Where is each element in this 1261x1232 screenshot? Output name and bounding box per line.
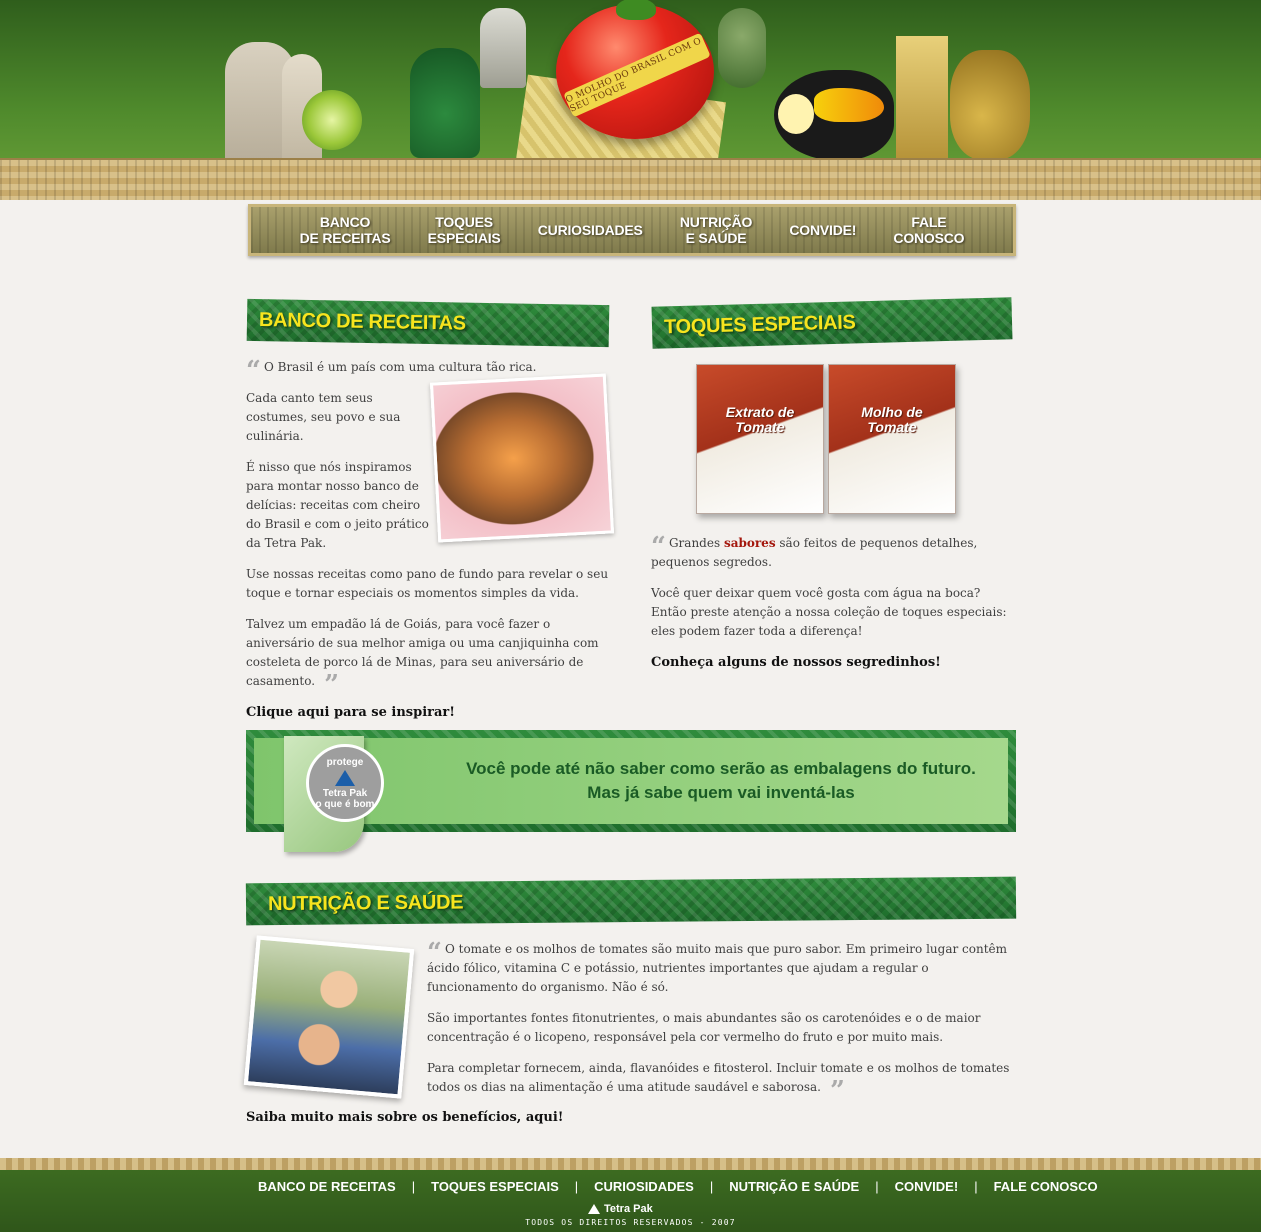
straw-border (0, 158, 1261, 200)
carton-extrato-tomate: Extrato de Tomate (696, 364, 824, 514)
promo-line-1: Você pode até não saber como serão as em… (466, 759, 976, 778)
footer-nav: BANCO DE RECEITAS | TOQUES ESPECIAIS | C… (250, 1176, 1098, 1196)
tomato-slogan: O MOLHO DO BRASIL COM O SEU TOQUE (563, 32, 711, 118)
lime-illustration (302, 90, 362, 150)
footer-separator: | (974, 1178, 978, 1194)
open-quote-icon: “ (246, 356, 261, 386)
tetra-pak-logo-icon (335, 769, 355, 786)
nutricao-benefits-link[interactable]: Saiba muito mais sobre os benefícios, aq… (246, 1110, 563, 1125)
tomato-stem-icon (616, 0, 656, 20)
footer-link-curiosidades[interactable]: CURIOSIDADES (586, 1179, 702, 1194)
toques-p1-accent: sabores (723, 536, 776, 550)
baiana-figure-illustration (410, 48, 480, 158)
banco-paragraph-2: Cada canto tem seus costumes, seu povo e… (246, 391, 401, 443)
footer-separator: | (574, 1178, 579, 1194)
banco-paragraph-3: É nisso que nós inspiramos para montar n… (246, 460, 429, 550)
toucan-beak (814, 88, 884, 122)
nutricao-e-saude-title: NUTRIÇÃO E SAÚDE (267, 890, 464, 915)
tetra-pak-logo-icon (588, 1204, 600, 1214)
carton-extrato-label: Extrato de Tomate (725, 404, 795, 435)
nav-toques-especiais[interactable]: TOQUES ESPECIAIS (428, 214, 501, 246)
seal-top-text: protege (326, 756, 364, 768)
toques-secrets-link[interactable]: Conheça alguns de nossos segredinhos! (651, 653, 1011, 672)
pineapple-illustration (950, 50, 1030, 160)
banco-paragraph-5: Talvez um empadão lá de Goiás, para você… (246, 617, 599, 688)
toques-especiais-title: TOQUES ESPECIAIS (663, 310, 856, 338)
toques-especiais-text: “Grandes sabores são feitos de pequenos … (651, 534, 1011, 684)
footer-link-banco-de-receitas[interactable]: BANCO DE RECEITAS (250, 1179, 404, 1194)
family-photo (243, 935, 415, 1099)
footer-brand-text: Tetra Pak (604, 1203, 653, 1215)
banco-inspire-link[interactable]: Clique aqui para se inspirar! (246, 703, 611, 722)
carton-molho-tomate: Molho de Tomate (828, 364, 956, 514)
footer-separator: | (709, 1178, 714, 1194)
nav-curiosidades[interactable]: CURIOSIDADES (538, 222, 643, 238)
tower-illustration (896, 36, 948, 160)
close-quote-icon: ” (820, 1076, 845, 1106)
footer-link-convide[interactable]: CONVIDE! (887, 1179, 967, 1194)
nutricao-text: “O tomate e os molhos de tomates são mui… (427, 940, 1011, 1109)
christ-statue-illustration (480, 8, 526, 88)
nav-convide[interactable]: CONVIDE! (789, 222, 856, 238)
footer-link-fale-conosco[interactable]: FALE CONOSCO (986, 1179, 1106, 1194)
tetra-pak-seal: protege Tetra Pak o que é bom (306, 744, 384, 822)
main-nav: BANCO DE RECEITAS TOQUES ESPECIAIS CURIO… (248, 204, 1016, 256)
nutricao-paragraph-1: O tomate e os molhos de tomates são muit… (427, 942, 1008, 994)
footer-separator: | (875, 1178, 879, 1194)
toucan-chest (778, 94, 814, 134)
nutricao-paragraph-2: São importantes fontes fitonutrientes, o… (427, 1011, 981, 1044)
nav-fale-conosco[interactable]: FALE CONOSCO (893, 214, 964, 246)
nav-nutricao-e-saude[interactable]: NUTRIÇÃO E SAÚDE (680, 214, 752, 246)
banco-paragraph-1: O Brasil é um país com uma cultura tão r… (263, 360, 537, 374)
header-illustration: O MOLHO DO BRASIL COM O SEU TOQUE (0, 0, 1261, 200)
close-quote-icon: ” (315, 670, 340, 700)
seal-bottom-text: o que é bom (315, 798, 375, 810)
toques-especiais-banner: TOQUES ESPECIAIS (651, 297, 1013, 349)
tomato-logo[interactable]: O MOLHO DO BRASIL COM O SEU TOQUE (556, 0, 714, 139)
banco-paragraph-4: Use nossas receitas como pano de fundo p… (246, 567, 609, 600)
banco-de-receitas-text: “O Brasil é um país com uma cultura tão … (246, 358, 611, 734)
figurine-illustration (718, 8, 766, 88)
promo-line-2: Mas já sabe quem vai inventá-las (587, 783, 855, 802)
toques-paragraph-2: Você quer deixar quem você gosta com águ… (651, 586, 1007, 638)
footer-link-nutricao-e-saude[interactable]: NUTRIÇÃO E SAÚDE (721, 1179, 867, 1194)
footer-straw-border (0, 1158, 1261, 1170)
nutricao-e-saude-banner: NUTRIÇÃO E SAÚDE (245, 876, 1017, 926)
carton-molho-label: Molho de Tomate (861, 404, 923, 435)
footer-separator: | (411, 1178, 416, 1194)
toques-p1-pre: Grandes (668, 536, 724, 550)
toucan-illustration (774, 70, 894, 160)
banco-de-receitas-title: BANCO DE RECEITAS (258, 308, 466, 335)
footer-link-toques-especiais[interactable]: TOQUES ESPECIAIS (423, 1179, 567, 1194)
footer-tetra-pak-logo[interactable]: Tetra Pak (588, 1202, 653, 1216)
nav-banco-de-receitas[interactable]: BANCO DE RECEITAS (300, 214, 391, 246)
nutricao-paragraph-3: Para completar fornecem, ainda, flavanói… (427, 1061, 1010, 1094)
banco-de-receitas-banner: BANCO DE RECEITAS (246, 298, 610, 348)
seal-brand-text: Tetra Pak (322, 787, 368, 799)
copyright-text: TODOS OS DIREITOS RESERVADOS - 2007 (525, 1218, 736, 1227)
